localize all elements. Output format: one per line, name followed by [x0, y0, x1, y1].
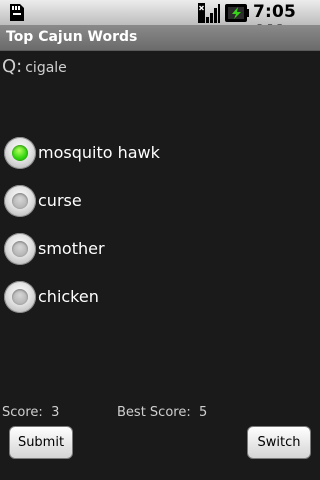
current-score: Score: 3: [2, 405, 59, 420]
answer-option-3[interactable]: smother: [4, 233, 304, 269]
best-score-value: 5: [198, 405, 208, 420]
sd-card-icon: [10, 4, 24, 21]
score-value: 3: [51, 405, 60, 420]
quiz-content: Q: cigale mosquito hawk curse smother chi…: [0, 51, 320, 480]
signal-icon: [198, 3, 220, 23]
title-bar: Top Cajun Words: [0, 25, 320, 51]
option-label: curse: [38, 191, 82, 210]
question-word: cigale: [25, 60, 67, 76]
radio-button-checked[interactable]: [4, 137, 36, 169]
score-label: Score:: [2, 405, 43, 420]
radio-button[interactable]: [4, 233, 36, 265]
option-label: chicken: [38, 287, 99, 306]
question: Q: cigale: [2, 56, 67, 77]
answer-option-4[interactable]: chicken: [4, 281, 304, 317]
answer-option-2[interactable]: curse: [4, 185, 304, 221]
option-label: mosquito hawk: [38, 143, 160, 162]
best-score-label: Best Score:: [117, 405, 191, 420]
app-title: Top Cajun Words: [6, 29, 138, 45]
answer-option-1[interactable]: mosquito hawk: [4, 137, 304, 173]
radio-button[interactable]: [4, 185, 36, 217]
radio-button[interactable]: [4, 281, 36, 313]
switch-button[interactable]: Switch: [247, 426, 311, 459]
submit-button[interactable]: Submit: [9, 426, 73, 459]
status-bar: 7:05 AM: [0, 0, 320, 42]
question-prefix: Q:: [2, 56, 23, 77]
best-score: Best Score: 5: [117, 405, 207, 420]
option-label: smother: [38, 239, 105, 258]
battery-icon: [225, 4, 249, 22]
